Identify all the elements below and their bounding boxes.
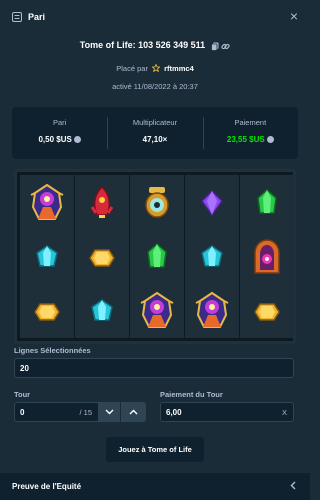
activated-date: activé 11/08/2022 à 20:37 — [112, 82, 198, 91]
chevron-up-icon — [129, 409, 138, 415]
stat-payout: Paiement 23,55 $US — [202, 107, 298, 159]
round-payout-suffix: X — [281, 407, 287, 417]
close-icon[interactable]: × — [290, 9, 298, 23]
green-gem-icon — [139, 237, 175, 277]
round-down-button[interactable] — [98, 402, 120, 422]
yellow-gem-icon — [29, 291, 65, 331]
game-title: Tome of Life: 103 526 349 511 — [79, 40, 206, 50]
stat-bet-value: 0,50 $US — [38, 135, 72, 144]
coin-icon — [73, 136, 81, 143]
slot-board — [14, 169, 296, 344]
copy-icon[interactable] — [210, 42, 219, 51]
yellow-gem-icon — [84, 237, 120, 277]
purple-gem-icon — [194, 183, 230, 223]
reel-4 — [185, 175, 239, 338]
round-payout-value: 6,00 — [166, 407, 182, 417]
link-icon[interactable] — [221, 42, 230, 51]
stat-payout-value: 23,55 $US — [226, 135, 265, 144]
reel-5 — [240, 175, 294, 338]
stat-multiplier: Multiplicateur 47,10× — [107, 107, 202, 159]
round-up-button[interactable] — [120, 402, 146, 422]
reel-3 — [130, 175, 184, 338]
lines-input[interactable]: 20 — [14, 358, 294, 378]
wizard-symbol-icon — [139, 291, 175, 331]
placed-by-prefix: Placé par — [116, 64, 148, 73]
bet-stats: Pari 0,50 $US Multiplicateur 47,10× Paie… — [12, 107, 298, 159]
blue-gem-icon — [194, 237, 230, 277]
stat-multiplier-value: 47,10× — [142, 135, 168, 144]
amulet-symbol-icon — [139, 183, 175, 223]
red-ship-symbol-icon — [84, 183, 120, 223]
lines-label: Lignes Sélectionnées — [14, 346, 91, 355]
blue-gem-icon — [84, 291, 120, 331]
round-total: / 15 — [79, 407, 92, 417]
round-label: Tour — [14, 390, 31, 399]
placed-by: Placé par rftmmc4 — [0, 63, 310, 73]
round-input[interactable]: 0 / 15 — [14, 402, 98, 422]
chevron-left-icon — [290, 481, 296, 490]
reel-1 — [20, 175, 74, 338]
stat-payout-label: Paiement — [234, 118, 267, 127]
stat-bet: Pari 0,50 $US — [12, 107, 107, 159]
bet-slip-icon — [12, 12, 22, 22]
provably-fair-footer[interactable]: Preuve de l'Equité — [0, 473, 310, 500]
portal-symbol-icon — [249, 237, 285, 277]
round-payout-label: Paiement du Tour — [160, 390, 223, 399]
wizard-symbol-icon — [194, 291, 230, 331]
stat-bet-label: Pari — [52, 118, 67, 127]
modal-header: Pari × — [0, 0, 310, 34]
placed-by-user[interactable]: rftmmc4 — [164, 64, 194, 73]
wizard-symbol-icon — [29, 183, 65, 223]
coin-icon — [266, 136, 274, 143]
chevron-down-icon — [105, 409, 113, 415]
reel-2 — [75, 175, 129, 338]
round-payout-input[interactable]: 6,00 X — [160, 402, 294, 422]
green-gem-icon — [249, 183, 285, 223]
yellow-gem-icon — [249, 291, 285, 331]
round-value: 0 — [20, 407, 25, 417]
play-game-button[interactable]: Jouez à Tome of Life — [106, 437, 204, 462]
modal-title: Pari — [28, 12, 46, 22]
star-icon — [151, 63, 161, 73]
footer-label: Preuve de l'Equité — [12, 482, 82, 491]
lines-value: 20 — [20, 363, 29, 373]
blue-gem-icon — [29, 237, 65, 277]
game-title-row: Tome of Life: 103 526 349 511 — [0, 40, 310, 51]
stat-multiplier-label: Multiplicateur — [132, 118, 178, 127]
